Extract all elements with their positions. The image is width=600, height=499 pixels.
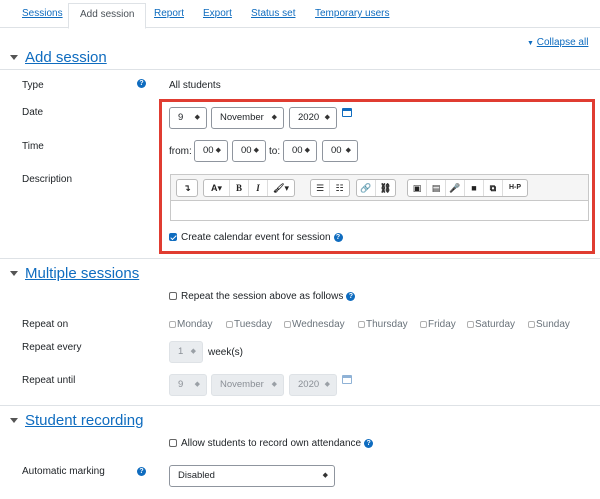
add-session-title[interactable]: Add session xyxy=(25,49,107,66)
student-recording-title[interactable]: Student recording xyxy=(25,412,143,429)
repeat-every-select[interactable]: 1 ◆ xyxy=(169,341,203,363)
type-label: Type xyxy=(22,80,44,91)
divider xyxy=(0,405,600,406)
section-toggle-icon xyxy=(10,271,18,276)
repeat-every-label: Repeat every xyxy=(22,342,82,353)
section-toggle-icon xyxy=(10,418,18,423)
type-value: All students xyxy=(169,80,221,91)
automatic-marking-select[interactable]: Disabled ◆ xyxy=(169,465,335,487)
description-label: Description xyxy=(22,174,73,185)
day-saturday[interactable]: Saturday xyxy=(467,319,515,330)
calendar-icon[interactable] xyxy=(342,375,352,384)
allow-record-label: Allow students to record own attendance xyxy=(181,438,362,449)
repeat-checkbox-row[interactable]: Repeat the session above as follows? xyxy=(169,291,356,302)
chevron-updown-icon: ◆ xyxy=(194,381,200,388)
allow-record-checkbox-row[interactable]: Allow students to record own attendance? xyxy=(169,438,374,449)
multiple-sessions-title[interactable]: Multiple sessions xyxy=(25,265,139,282)
tab-sessions[interactable]: Sessions xyxy=(22,0,63,28)
allow-record-checkbox[interactable] xyxy=(169,439,177,448)
date-label: Date xyxy=(22,107,44,118)
help-icon[interactable]: ? xyxy=(137,79,146,88)
tab-report[interactable]: Report xyxy=(154,0,184,28)
day-sunday[interactable]: Sunday xyxy=(528,319,570,330)
chevron-updown-icon: ◆ xyxy=(271,381,277,388)
divider xyxy=(0,258,600,259)
chevron-updown-icon: ◆ xyxy=(322,472,328,479)
repeat-label: Repeat the session above as follows xyxy=(181,291,344,302)
time-label: Time xyxy=(22,141,44,152)
weeks-label: week(s) xyxy=(208,347,244,358)
chevron-updown-icon: ◆ xyxy=(190,348,196,355)
until-day-select[interactable]: 9 ◆ xyxy=(169,374,207,396)
help-icon[interactable]: ? xyxy=(137,467,146,476)
collapse-all-link[interactable]: ▼ Collapse all xyxy=(527,37,588,48)
multiple-sessions-header[interactable]: Multiple sessions xyxy=(10,265,139,282)
day-thursday[interactable]: Thursday xyxy=(358,319,408,330)
tab-export[interactable]: Export xyxy=(203,0,232,28)
tab-add-session[interactable]: Add session xyxy=(68,3,147,29)
repeat-on-label: Repeat on xyxy=(22,319,69,330)
add-session-header[interactable]: Add session xyxy=(10,49,107,66)
day-monday[interactable]: Monday xyxy=(169,319,213,330)
highlight-box xyxy=(159,99,595,254)
until-year-select[interactable]: 2020 ◆ xyxy=(289,374,337,396)
day-tuesday[interactable]: Tuesday xyxy=(226,319,272,330)
help-icon[interactable]: ? xyxy=(346,291,356,301)
automatic-marking-label: Automatic marking xyxy=(22,466,105,477)
repeat-checkbox[interactable] xyxy=(169,292,177,301)
until-month-select[interactable]: November ◆ xyxy=(211,374,284,396)
chevron-updown-icon: ◆ xyxy=(324,381,330,388)
tab-temporary-users[interactable]: Temporary users xyxy=(315,0,389,28)
tabs-bar: Sessions Add session Report Export Statu… xyxy=(0,0,600,29)
tab-status-set[interactable]: Status set xyxy=(251,0,295,28)
section-toggle-icon xyxy=(10,55,18,60)
divider xyxy=(0,69,600,70)
help-icon[interactable]: ? xyxy=(364,438,374,448)
collapse-all-label[interactable]: Collapse all xyxy=(537,37,589,48)
repeat-until-label: Repeat until xyxy=(22,375,76,386)
student-recording-header[interactable]: Student recording xyxy=(10,412,143,429)
day-friday[interactable]: Friday xyxy=(420,319,456,330)
collapse-caret-icon: ▼ xyxy=(527,40,534,47)
day-wednesday[interactable]: Wednesday xyxy=(284,319,345,330)
